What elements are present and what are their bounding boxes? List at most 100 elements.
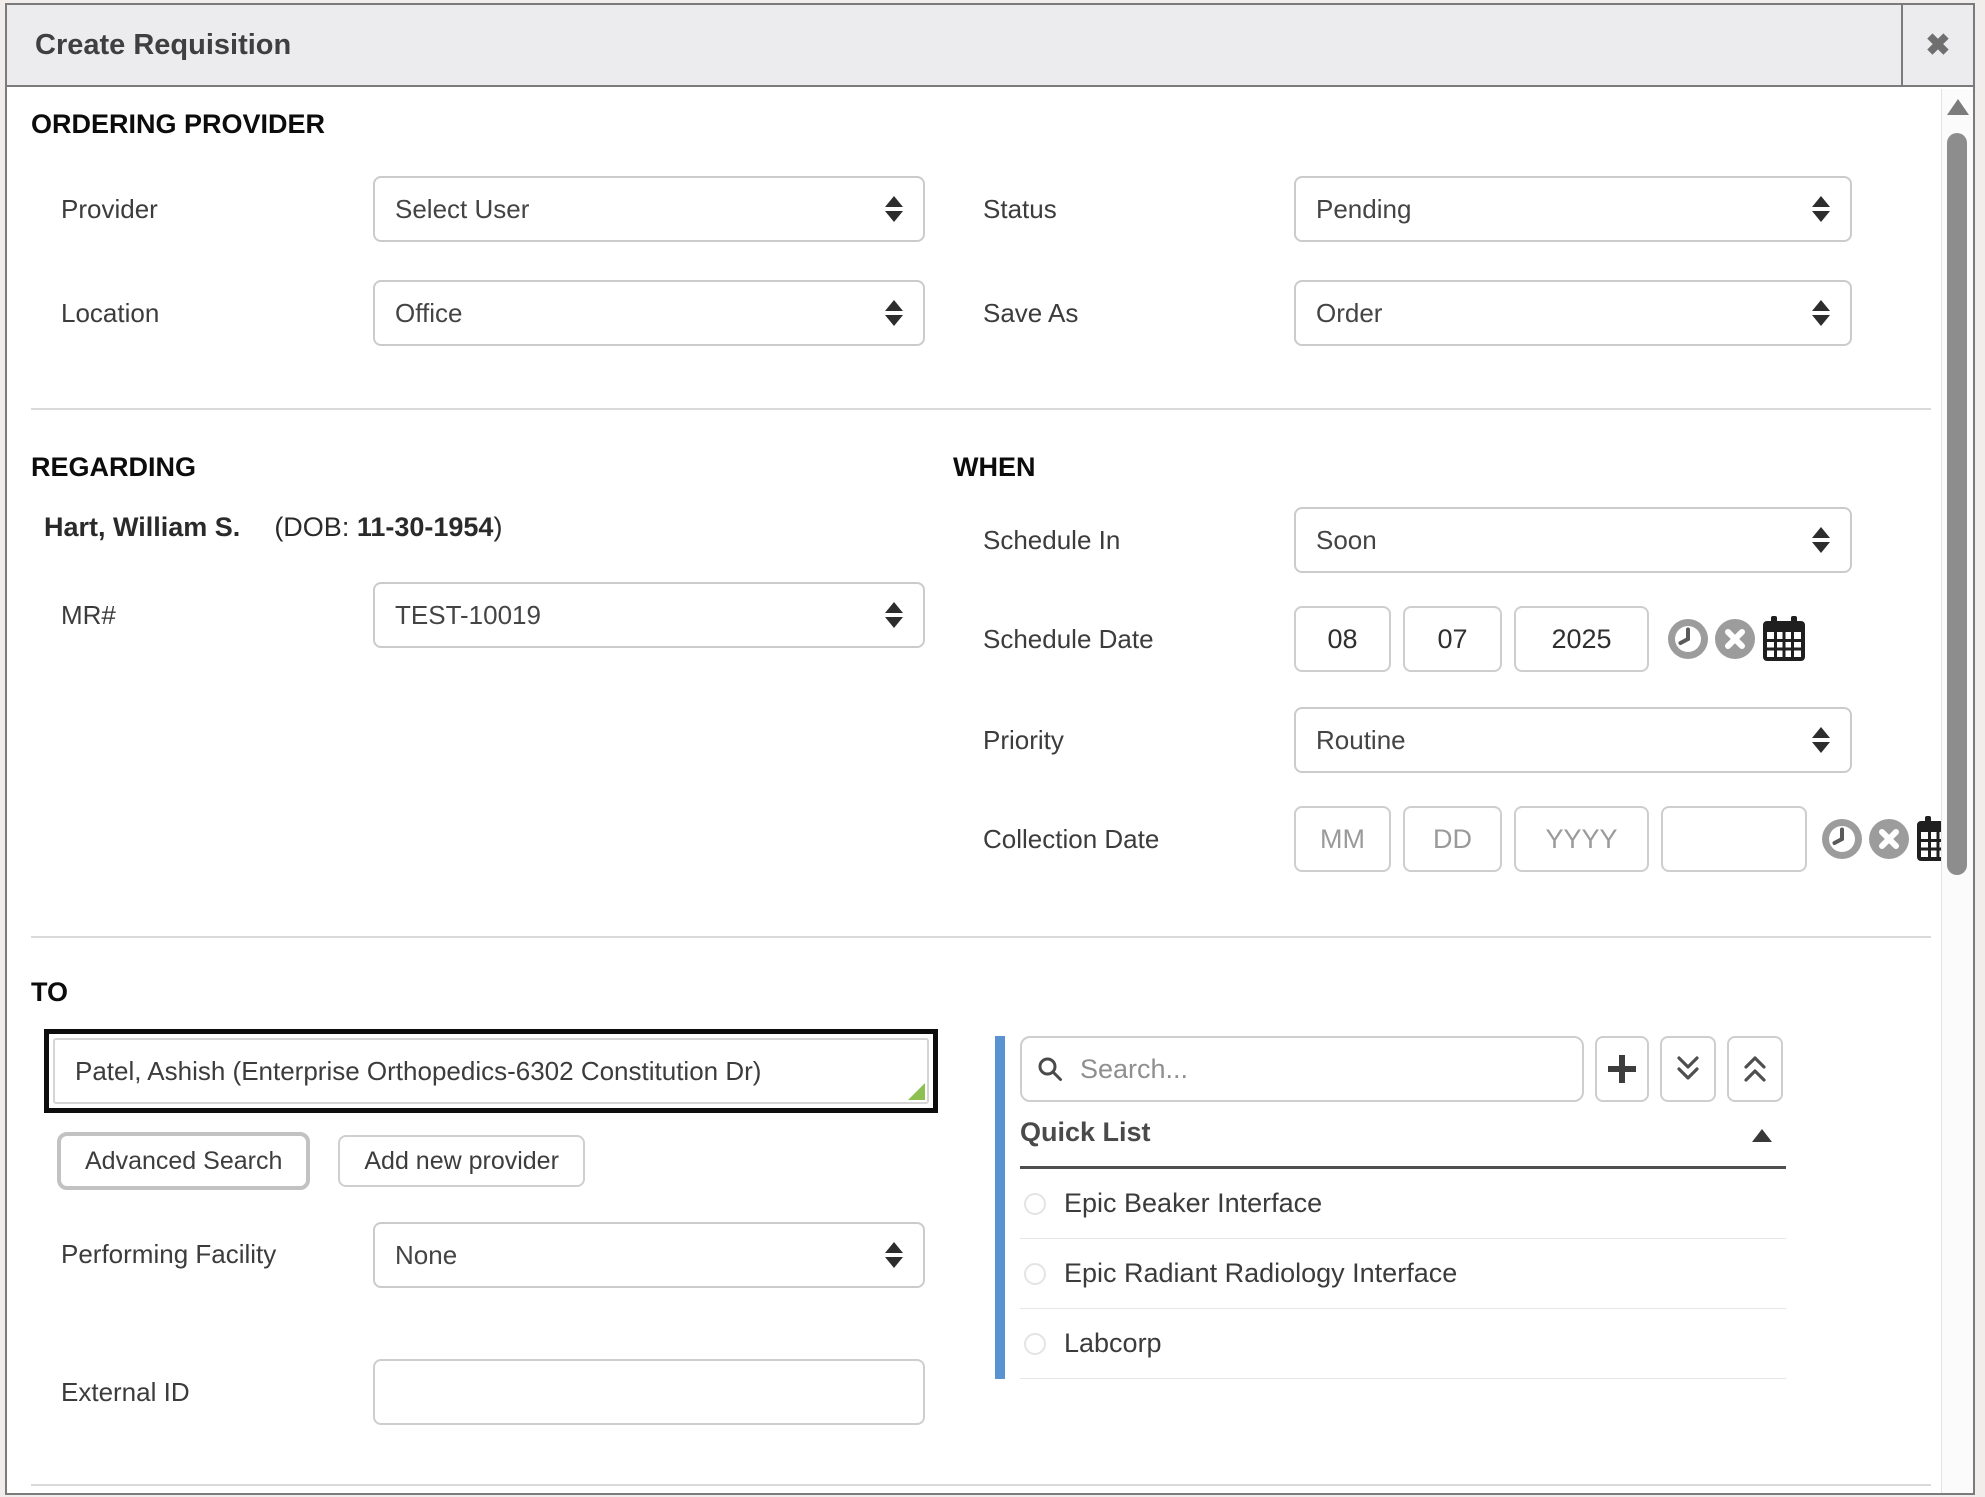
external-id-input[interactable] [373,1359,925,1425]
directory-search [1020,1036,1584,1102]
save-as-label: Save As [953,298,1294,329]
quick-list-heading: Quick List [1020,1117,1151,1148]
collection-day-input[interactable] [1403,806,1502,872]
collection-year-input[interactable] [1514,806,1649,872]
spinner-arrows-icon [885,196,903,222]
quick-list-item-label: Labcorp [1064,1328,1162,1359]
schedule-calendar-button[interactable] [1762,616,1806,662]
collection-date-label: Collection Date [953,824,1294,855]
patient-name: Hart, William S. [44,512,240,542]
status-select[interactable]: Pending [1294,176,1852,242]
to-provider-select[interactable]: Patel, Ashish (Enterprise Orthopedics-63… [53,1038,929,1104]
provider-select-value: Select User [395,194,529,225]
spinner-arrows-icon [1812,300,1830,326]
to-provider-select-value: Patel, Ashish (Enterprise Orthopedics-63… [75,1056,761,1087]
status-select-value: Pending [1316,194,1411,225]
directory-search-input[interactable] [1020,1036,1584,1102]
advanced-search-button[interactable]: Advanced Search [57,1132,310,1190]
schedule-time-button[interactable] [1667,618,1709,660]
spinner-arrows-icon [885,1242,903,1268]
schedule-date-row: Schedule Date [953,606,1806,672]
schedule-date-label: Schedule Date [953,624,1294,655]
quick-list-collapse-icon[interactable] [1752,1129,1772,1142]
radio-icon[interactable] [1024,1193,1046,1215]
to-heading: TO [31,977,68,1008]
patient-line: Hart, William S. (DOB: 11-30-1954) [44,512,502,543]
provider-select[interactable]: Select User [373,176,925,242]
schedule-year-input[interactable] [1514,606,1649,672]
close-button[interactable]: ✖ [1901,5,1973,85]
schedule-in-select-value: Soon [1316,525,1377,556]
quick-list-item-label: Epic Radiant Radiology Interface [1064,1258,1457,1289]
priority-select[interactable]: Routine [1294,707,1852,773]
save-as-select[interactable]: Order [1294,280,1852,346]
double-chevron-down-icon [1674,1054,1702,1084]
collection-time-button[interactable] [1821,818,1863,860]
location-row: Location Office [31,280,925,346]
quick-list-item[interactable]: Epic Beaker Interface [1020,1169,1786,1239]
performing-facility-select-value: None [395,1240,457,1271]
search-icon [1036,1055,1064,1088]
vertical-scrollbar[interactable] [1941,89,1973,1493]
quick-list-item-label: Epic Beaker Interface [1064,1188,1322,1219]
clock-icon [1667,618,1709,660]
spinner-arrows-icon [1812,727,1830,753]
to-actions-row: Advanced Search Add new provider [57,1132,585,1190]
quick-list-item[interactable]: Epic Radiant Radiology Interface [1020,1239,1786,1309]
double-chevron-up-icon [1741,1054,1769,1084]
priority-row: Priority Routine [953,707,1852,773]
schedule-day-input[interactable] [1403,606,1502,672]
status-row: Status Pending [953,176,1852,242]
radio-icon[interactable] [1024,1263,1046,1285]
collection-time-input[interactable] [1661,806,1807,872]
save-as-select-value: Order [1316,298,1382,329]
provider-row: Provider Select User [31,176,925,242]
plus-icon [1605,1052,1639,1086]
spinner-arrows-icon [1812,527,1830,553]
mr-label: MR# [31,600,373,631]
expand-all-button[interactable] [1660,1036,1716,1102]
section-divider [31,408,1931,410]
schedule-in-select[interactable]: Soon [1294,507,1852,573]
calendar-icon [1762,616,1806,662]
scrollbar-up-arrow-icon[interactable] [1947,99,1969,115]
collection-month-input[interactable] [1294,806,1391,872]
directory-accent-bar [995,1036,1005,1379]
mr-select[interactable]: TEST-10019 [373,582,925,648]
dob-close: ) [493,512,502,542]
external-id-label: External ID [31,1377,373,1408]
spinner-arrows-icon [885,300,903,326]
clock-icon [1821,818,1863,860]
collapse-all-button[interactable] [1727,1036,1783,1102]
location-select[interactable]: Office [373,280,925,346]
when-heading: WHEN [953,452,1036,483]
dialog-titlebar: Create Requisition ✖ [7,5,1973,87]
location-select-value: Office [395,298,462,329]
mr-row: MR# TEST-10019 [31,582,925,648]
schedule-clear-button[interactable] [1714,618,1756,660]
add-new-provider-button[interactable]: Add new provider [338,1135,585,1187]
provider-label: Provider [31,194,373,225]
priority-select-value: Routine [1316,725,1406,756]
section-divider [31,936,1931,938]
clear-circle-icon [1868,818,1910,860]
dob-open: (DOB: [274,512,357,542]
radio-icon[interactable] [1024,1333,1046,1355]
directory-toolbar [1020,1036,1783,1102]
clear-circle-icon [1714,618,1756,660]
scrollbar-thumb[interactable] [1947,133,1967,875]
resize-grip-icon[interactable] [908,1083,925,1100]
spinner-arrows-icon [885,602,903,628]
quick-list-item[interactable]: Labcorp [1020,1309,1786,1379]
status-label: Status [953,194,1294,225]
performing-facility-label: Performing Facility [31,1222,373,1280]
quick-list: Epic Beaker Interface Epic Radiant Radio… [1020,1169,1786,1379]
priority-label: Priority [953,725,1294,756]
collection-clear-button[interactable] [1868,818,1910,860]
ordering-provider-heading: ORDERING PROVIDER [31,109,325,140]
performing-facility-select[interactable]: None [373,1222,925,1288]
dob-value: 11-30-1954 [357,512,494,542]
add-recipient-button[interactable] [1595,1036,1649,1102]
schedule-month-input[interactable] [1294,606,1391,672]
external-id-row: External ID [31,1359,925,1425]
